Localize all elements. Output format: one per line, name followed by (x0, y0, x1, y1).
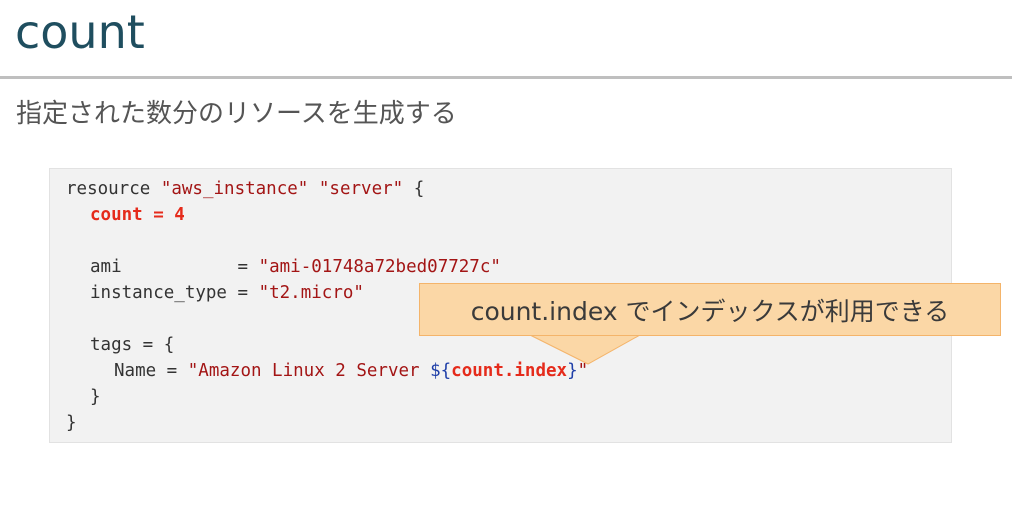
code-key: Name = (114, 361, 188, 381)
code-line-name: Name = "Amazon Linux 2 Server ${count.in… (114, 358, 588, 384)
code-brace: { (403, 179, 425, 199)
code-interp-open: ${ (430, 361, 452, 381)
title-divider (0, 76, 1012, 79)
code-string: "server" (318, 179, 404, 199)
code-count-index: count.index (451, 361, 568, 381)
code-line-tags: tags = { (90, 335, 175, 355)
callout-box: count.index でインデックスが利用できる (419, 283, 1001, 336)
code-line-resource: resource "aws_instance" "server" { (66, 176, 424, 202)
code-string-end: " (577, 361, 589, 381)
code-string: "t2.micro" (258, 283, 364, 303)
code-line-tags-close: } (90, 387, 101, 407)
code-interp-close: } (567, 361, 578, 381)
slide-subtitle: 指定された数分のリソースを生成する (16, 99, 457, 129)
code-key: instance_type = (90, 283, 259, 303)
callout-text: count.index でインデックスが利用できる (470, 296, 950, 326)
code-line-resource-close: } (66, 413, 77, 433)
code-line-instance-type: instance_type = "t2.micro" (90, 280, 364, 306)
code-string: "Amazon Linux 2 Server (187, 361, 431, 381)
code-line-count: count = 4 (90, 205, 185, 225)
code-key: ami = (90, 257, 259, 277)
code-string: "ami-01748a72bed07727c" (258, 257, 501, 277)
code-line-ami: ami = "ami-01748a72bed07727c" (90, 254, 501, 280)
code-string: "aws_instance" (160, 179, 309, 199)
slide-title: count (15, 5, 145, 59)
code-keyword: resource (66, 179, 161, 199)
